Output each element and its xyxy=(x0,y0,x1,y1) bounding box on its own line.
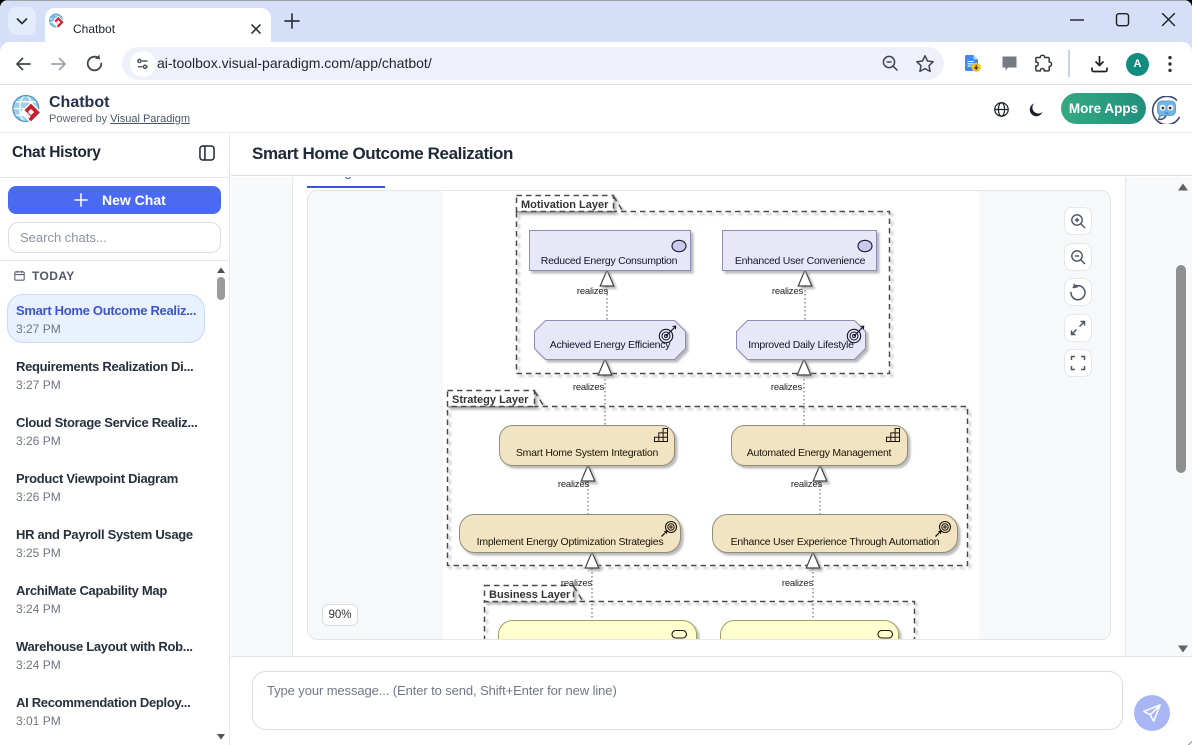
svg-text:Automated Energy Management: Automated Energy Management xyxy=(747,447,892,459)
svg-text:Business Layer: Business Layer xyxy=(489,589,571,601)
svg-text:realizes: realizes xyxy=(558,479,590,490)
svg-text:realizes: realizes xyxy=(791,479,823,490)
svg-text:Motivation Layer: Motivation Layer xyxy=(521,199,609,211)
svg-text:realizes: realizes xyxy=(782,578,814,589)
svg-text:realizes: realizes xyxy=(577,286,609,297)
svg-text:Enhance User Experience Throug: Enhance User Experience Through Automati… xyxy=(731,536,940,548)
svg-text:Enhanced User Convenience: Enhanced User Convenience xyxy=(735,255,866,267)
svg-text:realizes: realizes xyxy=(573,382,605,393)
svg-text:Implement Energy Optimization: Implement Energy Optimization Strategies xyxy=(477,536,664,548)
svg-text:Improved Daily Lifestyle: Improved Daily Lifestyle xyxy=(748,339,854,351)
svg-text:Reduced Energy Consumption: Reduced Energy Consumption xyxy=(541,255,678,267)
svg-text:realizes: realizes xyxy=(561,578,593,589)
svg-text:realizes: realizes xyxy=(772,286,804,297)
svg-text:realizes: realizes xyxy=(771,382,803,393)
svg-text:Achieved Energy Efficiency: Achieved Energy Efficiency xyxy=(550,339,672,351)
svg-text:Smart Home System Integration: Smart Home System Integration xyxy=(516,447,659,459)
svg-text:Strategy Layer: Strategy Layer xyxy=(452,394,529,406)
